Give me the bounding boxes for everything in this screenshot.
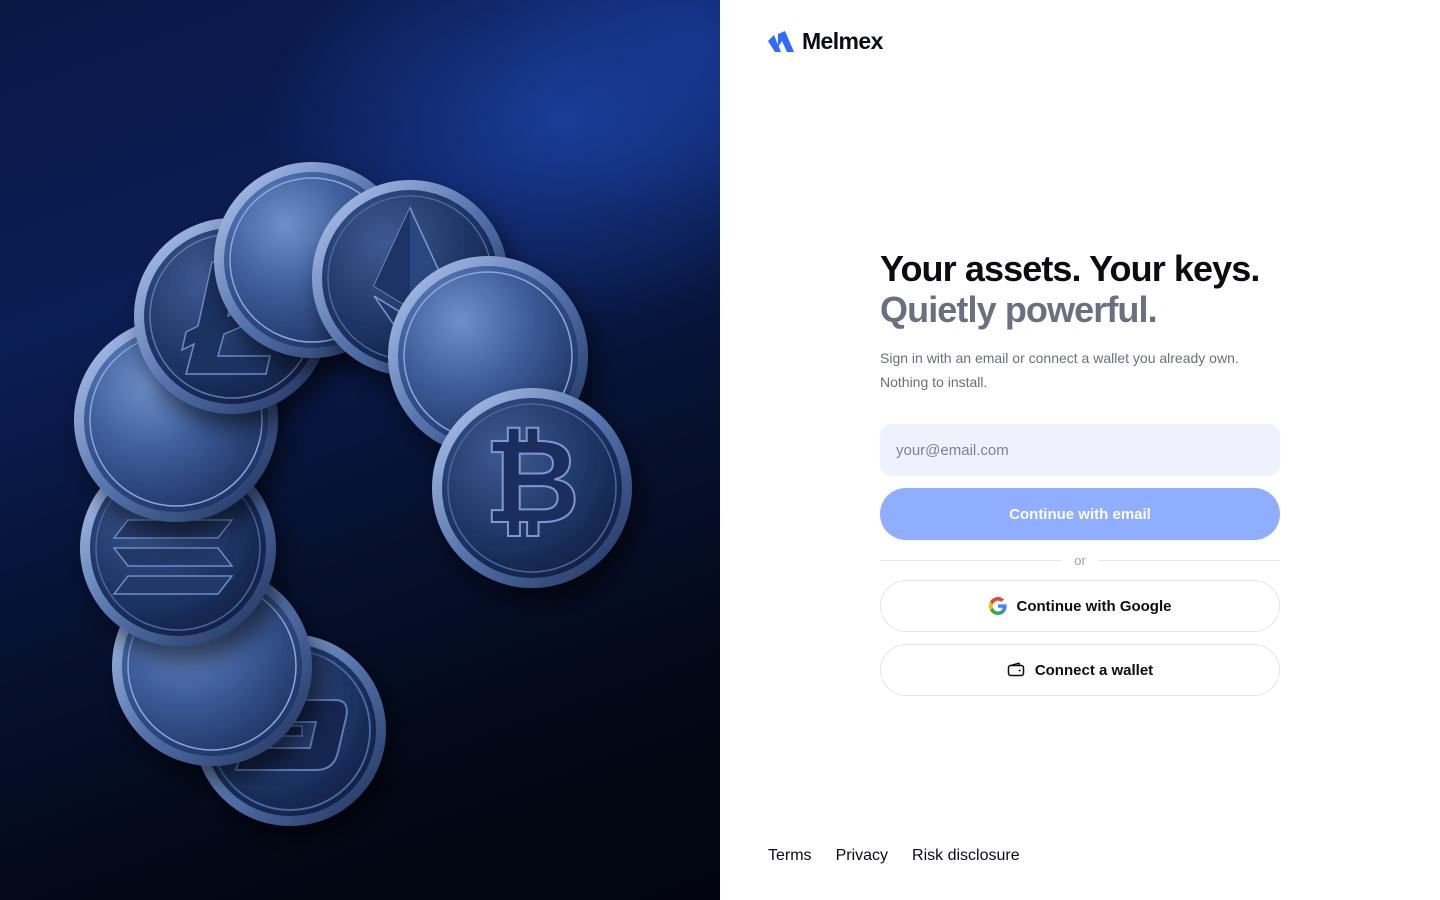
divider-label: or (1074, 552, 1086, 568)
melmex-logo-icon (768, 30, 794, 52)
page-description: Sign in with an email or connect a walle… (880, 350, 1239, 390)
google-icon (988, 597, 1007, 615)
brand[interactable]: Melmex (768, 28, 883, 55)
bitcoin-coin: ₿ (432, 388, 632, 588)
divider-line (880, 559, 1063, 561)
privacy-link[interactable]: Privacy (836, 847, 888, 865)
risk-disclosure-link[interactable]: Risk disclosure (912, 847, 1020, 865)
continue-email-button[interactable]: Continue with email (880, 488, 1280, 540)
connect-wallet-button[interactable]: Connect a wallet (880, 644, 1280, 696)
footer-links: Terms Privacy Risk disclosure (768, 847, 1020, 865)
svg-text:₿: ₿ (484, 412, 580, 550)
terms-link[interactable]: Terms (768, 847, 812, 865)
page-title: Your assets. Your keys. (880, 248, 1260, 289)
crypto-coins-illustration: ₿ (74, 162, 632, 826)
connect-wallet-label: Connect a wallet (1034, 661, 1154, 679)
or-divider: or (880, 552, 1280, 568)
email-field[interactable] (880, 424, 1280, 476)
signin-form: Your assets. Your keys. Quietly powerful… (880, 248, 1280, 696)
continue-email-label: Continue with email (1009, 505, 1151, 523)
signin-panel: Melmex Your assets. Your keys. Quietly p… (720, 0, 1440, 900)
google-signin-button[interactable]: Continue with Google (880, 580, 1280, 632)
hero-panel: ₿ (0, 0, 720, 900)
wallet-icon (1007, 662, 1025, 677)
divider-line (1097, 559, 1280, 561)
page-subtitle: Quietly powerful. (880, 289, 1158, 330)
google-signin-label: Continue with Google (1016, 597, 1172, 615)
brand-name: Melmex (802, 28, 883, 54)
